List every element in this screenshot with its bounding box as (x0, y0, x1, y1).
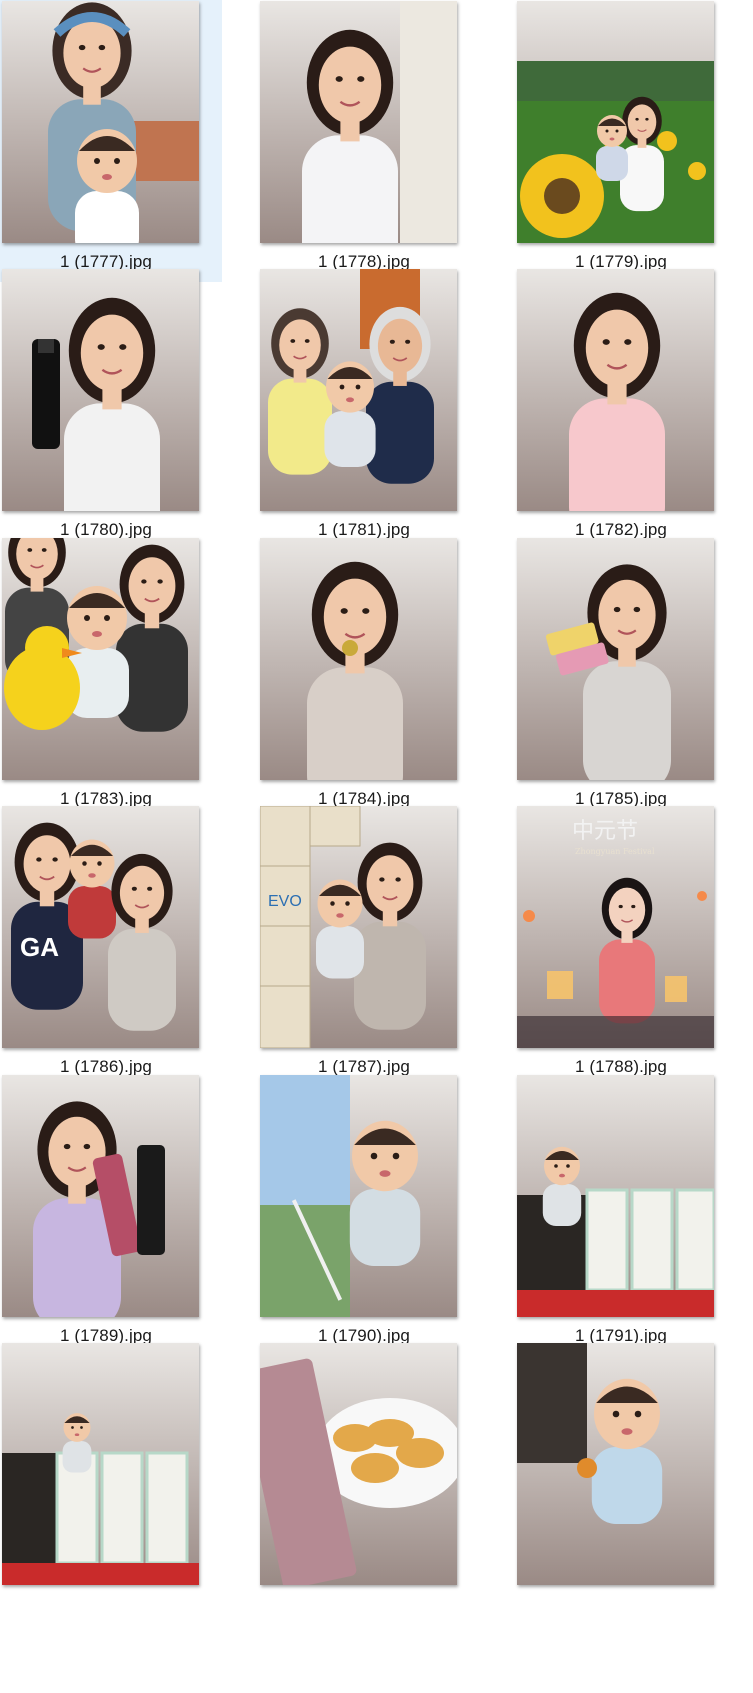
file-thumbnail[interactable] (2, 538, 199, 780)
file-item[interactable] (498, 1342, 738, 1693)
file-item[interactable]: GA 1 (1786).jpg (0, 805, 222, 1087)
file-item[interactable]: 1 (1782).jpg (498, 268, 738, 550)
file-thumbnail[interactable] (2, 1, 199, 243)
file-item[interactable] (0, 1342, 222, 1693)
svg-text:EVO: EVO (268, 893, 302, 910)
file-item[interactable]: 1 (1783).jpg (0, 537, 222, 819)
file-thumbnail[interactable] (517, 1075, 714, 1317)
file-thumbnail[interactable] (260, 1, 457, 243)
file-item[interactable]: 1 (1789).jpg (0, 1074, 222, 1356)
file-thumbnail[interactable] (517, 538, 714, 780)
file-thumbnail[interactable] (517, 1, 714, 243)
file-item[interactable]: 1 (1791).jpg (498, 1074, 738, 1356)
file-thumbnail[interactable] (2, 1343, 199, 1585)
file-item[interactable]: 1 (1790).jpg (241, 1074, 481, 1356)
file-item[interactable]: 1 (1780).jpg (0, 268, 222, 550)
svg-text:GA: GA (20, 932, 59, 962)
file-thumbnail[interactable] (2, 269, 199, 511)
file-thumbnail[interactable] (517, 269, 714, 511)
file-thumbnail[interactable] (2, 1075, 199, 1317)
file-thumbnail[interactable] (260, 1343, 457, 1585)
svg-text:Zhongyuan Festival: Zhongyuan Festival (575, 847, 655, 856)
file-item[interactable] (241, 1342, 481, 1693)
file-thumbnail[interactable] (260, 1075, 457, 1317)
file-thumbnail[interactable]: EVO (260, 806, 457, 1048)
file-grid: 1 (1777).jpg 1 (1778).jpg 1 (1779).jpg 1… (0, 0, 753, 1693)
file-item[interactable]: 1 (1785).jpg (498, 537, 738, 819)
file-item[interactable]: 1 (1777).jpg (0, 0, 222, 282)
file-item[interactable]: 中元节 Zhongyuan Festival 1 (1788).jpg (498, 805, 738, 1087)
file-thumbnail[interactable]: 中元节 Zhongyuan Festival (517, 806, 714, 1048)
file-thumbnail[interactable] (517, 1343, 714, 1585)
file-item[interactable]: EVO 1 (1787).jpg (241, 805, 481, 1087)
file-item[interactable]: 1 (1781).jpg (241, 268, 481, 550)
file-thumbnail[interactable] (260, 538, 457, 780)
file-item[interactable]: 1 (1784).jpg (241, 537, 481, 819)
file-thumbnail[interactable]: GA (2, 806, 199, 1048)
file-thumbnail[interactable] (260, 269, 457, 511)
file-item[interactable]: 1 (1778).jpg (241, 0, 481, 282)
poster-title: 中元节 (572, 819, 638, 844)
file-item[interactable]: 1 (1779).jpg (498, 0, 738, 282)
